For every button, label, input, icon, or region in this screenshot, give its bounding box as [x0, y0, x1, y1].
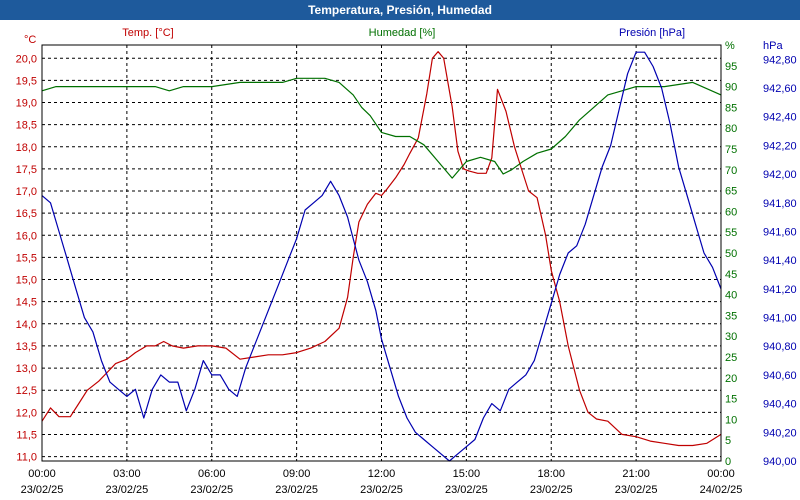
- date-tick-label: 23/02/25: [275, 484, 318, 496]
- humidity-tick-label: 85: [725, 102, 737, 114]
- temp-tick-label: 14,0: [16, 319, 37, 331]
- date-tick-label: 23/02/25: [105, 484, 148, 496]
- humidity-tick-label: 35: [725, 310, 737, 322]
- time-tick-label: 00:00: [28, 468, 56, 480]
- humidity-tick-label: 20: [725, 373, 737, 385]
- pressure-tick-label: 941,40: [763, 255, 797, 267]
- pressure-tick-label: 940,60: [763, 370, 797, 382]
- time-tick-label: 03:00: [113, 468, 141, 480]
- pressure-axis-title: Presión [hPa]: [619, 27, 685, 39]
- temp-tick-label: 12,0: [16, 407, 37, 419]
- humidity-unit-label: %: [725, 40, 735, 52]
- temp-tick-label: 17,5: [16, 164, 37, 176]
- humidity-tick-label: 95: [725, 61, 737, 73]
- date-tick-label: 24/02/25: [700, 484, 743, 496]
- humidity-tick-label: 65: [725, 186, 737, 198]
- temp-tick-label: 12,5: [16, 385, 37, 397]
- temp-tick-label: 17,0: [16, 186, 37, 198]
- chart-canvas: 11,0 11,5 12,0 12,5 13,0 13,5 14,0 14,5 15,0 15,5…: [16, 27, 797, 496]
- pressure-unit-label: hPa: [763, 40, 783, 52]
- date-tick-label: 23/02/25: [615, 484, 658, 496]
- date-tick-label: 23/02/25: [21, 484, 64, 496]
- temp-tick-label: 16,5: [16, 208, 37, 220]
- temp-tick-label: 18,0: [16, 142, 37, 154]
- chart-window: Temperatura, Presión, Humedad 11,0 11,5 12…: [0, 0, 800, 500]
- date-tick-label: 23/02/25: [190, 484, 233, 496]
- humidity-tick-label: 80: [725, 123, 737, 135]
- pressure-tick-label: 940,00: [763, 456, 797, 468]
- pressure-tick-label: 940,20: [763, 427, 797, 439]
- pressure-tick-label: 940,80: [763, 341, 797, 353]
- temp-tick-label: 11,0: [16, 452, 37, 464]
- temp-tick-label: 19,5: [16, 75, 37, 87]
- pressure-tick-label: 941,00: [763, 313, 797, 325]
- temp-tick-label: 13,0: [16, 363, 37, 375]
- humidity-tick-label: 10: [725, 414, 737, 426]
- pressure-tick-label: 940,40: [763, 399, 797, 411]
- humidity-tick-label: 0: [725, 456, 731, 468]
- pressure-tick-label: 942,80: [763, 54, 797, 66]
- date-tick-label: 23/02/25: [445, 484, 488, 496]
- time-tick-label: 12:00: [368, 468, 396, 480]
- pressure-tick-label: 942,40: [763, 112, 797, 124]
- temp-tick-label: 11,5: [16, 429, 37, 441]
- time-tick-label: 21:00: [622, 468, 650, 480]
- pressure-tick-label: 941,20: [763, 284, 797, 296]
- time-tick-label: 18:00: [537, 468, 565, 480]
- temp-tick-label: 19,0: [16, 98, 37, 110]
- temp-axis-title: Temp. [°C]: [122, 27, 173, 39]
- humidity-tick-label: 70: [725, 165, 737, 177]
- humidity-tick-label: 30: [725, 331, 737, 343]
- humidity-axis-title: Humedad [%]: [369, 27, 436, 39]
- humidity-tick-label: 45: [725, 269, 737, 281]
- humidity-tick-label: 90: [725, 82, 737, 94]
- pressure-tick-label: 941,60: [763, 226, 797, 238]
- humidity-tick-label: 60: [725, 206, 737, 218]
- temp-tick-label: 18,5: [16, 120, 37, 132]
- pressure-tick-label: 942,60: [763, 83, 797, 95]
- date-tick-label: 23/02/25: [360, 484, 403, 496]
- humidity-tick-label: 75: [725, 144, 737, 156]
- temp-tick-label: 13,5: [16, 341, 37, 353]
- temp-tick-label: 15,0: [16, 275, 37, 287]
- temp-tick-label: 15,5: [16, 252, 37, 264]
- axes-layer: 11,0 11,5 12,0 12,5 13,0 13,5 14,0 14,5 15,0 15,5…: [16, 27, 797, 496]
- date-tick-label: 23/02/25: [530, 484, 573, 496]
- pressure-tick-label: 942,20: [763, 140, 797, 152]
- humidity-tick-label: 40: [725, 290, 737, 302]
- humidity-tick-label: 50: [725, 248, 737, 260]
- time-tick-label: 09:00: [283, 468, 311, 480]
- humidity-tick-label: 15: [725, 394, 737, 406]
- time-tick-label: 15:00: [453, 468, 481, 480]
- pressure-tick-label: 941,80: [763, 198, 797, 210]
- temp-tick-label: 20,0: [16, 53, 37, 65]
- humidity-tick-label: 55: [725, 227, 737, 239]
- time-tick-label: 06:00: [198, 468, 226, 480]
- temp-tick-label: 14,5: [16, 297, 37, 309]
- humidity-tick-label: 25: [725, 352, 737, 364]
- pressure-tick-label: 942,00: [763, 169, 797, 181]
- temp-unit-label: °C: [24, 34, 36, 46]
- humidity-tick-label: 5: [725, 435, 731, 447]
- temp-tick-label: 16,0: [16, 230, 37, 242]
- time-tick-label: 00:00: [707, 468, 735, 480]
